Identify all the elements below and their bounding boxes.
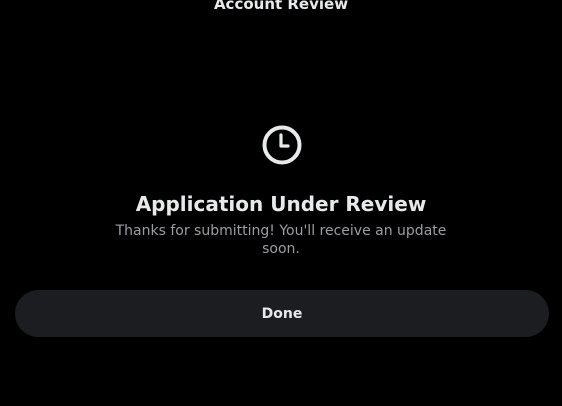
status-message: Thanks for submitting! You'll receive an… (115, 223, 447, 257)
status-title: Application Under Review (135, 192, 427, 216)
page-title: Account Review (213, 0, 349, 13)
clock-icon (261, 124, 303, 166)
done-button[interactable]: Done (15, 290, 549, 337)
